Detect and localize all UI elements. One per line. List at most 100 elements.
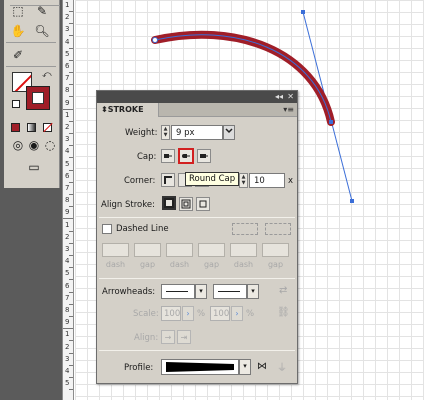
dash-field[interactable] [102, 243, 129, 257]
arrow-place-button[interactable]: ⇥ [177, 330, 191, 344]
align-center-icon [164, 198, 174, 208]
ruler-tick [69, 279, 73, 281]
ruler-number: 5 [65, 379, 70, 388]
ruler-tick [69, 352, 73, 354]
profile-field[interactable] [161, 359, 239, 375]
start-arrowhead-dropdown[interactable]: ▾ [195, 284, 207, 299]
close-panel-icon[interactable]: ✕ [287, 92, 294, 102]
align-center-button[interactable] [162, 196, 176, 210]
limit-stepper[interactable]: ▲ ▼ [239, 173, 248, 188]
butt-cap-icon [164, 154, 172, 158]
ruler-tick [69, 169, 73, 171]
ruler-tick [69, 267, 73, 269]
screen-mode-icon[interactable]: ▭ [22, 158, 46, 176]
align-dash-icon[interactable] [265, 223, 291, 235]
ruler-tick [69, 230, 73, 232]
color-mode-icon[interactable] [8, 118, 22, 136]
tab-stroke-label: STROKE [107, 105, 144, 114]
ruler-number: 7 [65, 293, 70, 302]
swap-fill-stroke-icon[interactable]: ⤺ [42, 70, 52, 80]
butt-cap-button[interactable] [161, 149, 175, 163]
limit-field[interactable]: 10 [249, 173, 285, 188]
collapse-panel-icon[interactable]: ◂◂ [275, 92, 283, 102]
weight-value: 9 px [176, 128, 195, 138]
align-stroke-label: Align Stroke: [101, 200, 155, 210]
hand-tool-icon[interactable]: ✋ [8, 22, 28, 40]
ruler-number: 4 [65, 367, 70, 375]
dash-label: dash [233, 260, 254, 269]
tools-panel: ⬚ ✎ ✋ 🔍︎ ✐ ⤺ ◎ ◉ ◌ ▭ [0, 0, 62, 400]
gradient-mode-icon[interactable] [24, 118, 38, 136]
eyedropper-tool-icon[interactable]: ✐ [8, 46, 28, 64]
slice-tool-icon[interactable]: ✎ [32, 2, 52, 20]
panel-title-bar[interactable]: ◂◂ ✕ [97, 91, 297, 103]
anchor-point[interactable] [329, 120, 333, 124]
end-arrowhead-dropdown[interactable]: ▾ [247, 284, 259, 299]
none-mode-icon[interactable] [40, 118, 54, 136]
bezier-handle-point[interactable] [350, 199, 354, 203]
gap-label: gap [203, 260, 220, 269]
link-scale-icon[interactable]: ⛓ [277, 307, 290, 318]
start-scale-field[interactable]: 100 [161, 306, 181, 321]
start-scale-dropdown[interactable]: › [182, 306, 194, 321]
weight-dropdown[interactable] [223, 125, 235, 140]
tab-stroke[interactable]: ⬍STROKE [97, 103, 159, 117]
stroke-panel: ◂◂ ✕ ⬍STROKE ▾≡ Weight: ▲ ▼ 9 px Cap: Cor… [96, 90, 298, 384]
ruler-tick [69, 59, 73, 61]
ruler-number: 1 [65, 110, 70, 119]
ruler-number: 5 [65, 49, 70, 58]
vertical-ruler: 1 2 3 4 5 6 7 8 9 1 2 3 4 5 6 7 8 9 1 2 3 4 5 6 7 8 9 1 2 3 4 5 [62, 0, 74, 400]
dash-label: dash [169, 260, 190, 269]
ruler-tick [69, 120, 73, 122]
gap-label: gap [139, 260, 156, 269]
dash-field[interactable] [166, 243, 193, 257]
ruler-tick [63, 218, 73, 220]
gap-field[interactable] [198, 243, 225, 257]
gap-field[interactable] [262, 243, 289, 257]
ruler-tick [69, 84, 73, 86]
end-scale-dropdown[interactable]: › [231, 306, 243, 321]
start-arrowhead-field[interactable] [161, 284, 195, 299]
tooltip: Round Cap [185, 172, 240, 186]
end-scale-value: 100 [213, 309, 230, 319]
dashed-line-checkbox[interactable] [102, 224, 112, 234]
ruler-number: 2 [65, 342, 70, 351]
ruler-number: 1 [65, 1, 70, 9]
end-arrowhead-field[interactable] [213, 284, 247, 299]
draw-inside-icon[interactable]: ◌ [40, 136, 60, 154]
weight-stepper[interactable]: ▲ ▼ [161, 125, 170, 140]
ruler-tick [69, 35, 73, 37]
start-scale-percent: % [197, 309, 206, 319]
preserve-dash-icon[interactable] [232, 223, 258, 235]
artboard-tool-icon[interactable]: ⬚ [8, 2, 28, 20]
round-cap-button[interactable] [178, 148, 194, 164]
zoom-tool-icon[interactable]: 🔍︎ [32, 22, 52, 40]
swap-arrowheads-icon[interactable]: ⇄ [279, 285, 287, 296]
miter-join-button[interactable] [161, 173, 175, 187]
ruler-number: 5 [65, 269, 70, 278]
ruler-number: 1 [65, 220, 70, 229]
ruler-tick [69, 145, 73, 147]
align-outside-button[interactable] [196, 197, 210, 211]
ruler-number: 4 [65, 37, 70, 46]
ruler-tick [63, 328, 73, 330]
bezier-handle-point[interactable] [301, 10, 305, 14]
limit-suffix: x [288, 176, 294, 186]
align-inside-button[interactable] [179, 197, 193, 211]
ruler-tick [69, 206, 73, 208]
limit-value: 10 [254, 176, 265, 186]
weight-field[interactable]: 9 px [171, 125, 223, 140]
align-outside-icon [199, 200, 207, 208]
anchor-point[interactable] [152, 37, 158, 43]
arrow-extend-button[interactable]: → [161, 330, 175, 344]
end-scale-field[interactable]: 100 [210, 306, 230, 321]
flip-vertical-icon[interactable]: ⏚ [277, 359, 287, 374]
panel-menu-icon[interactable]: ▾≡ [283, 105, 294, 114]
dash-field[interactable] [230, 243, 257, 257]
profile-dropdown[interactable]: ▾ [239, 359, 251, 375]
projecting-cap-button[interactable] [197, 149, 211, 163]
default-colors-icon[interactable] [12, 100, 20, 108]
gap-field[interactable] [134, 243, 161, 257]
stroke-swatch[interactable] [26, 86, 50, 110]
flip-horizontal-icon[interactable]: ⋈ [257, 361, 267, 372]
